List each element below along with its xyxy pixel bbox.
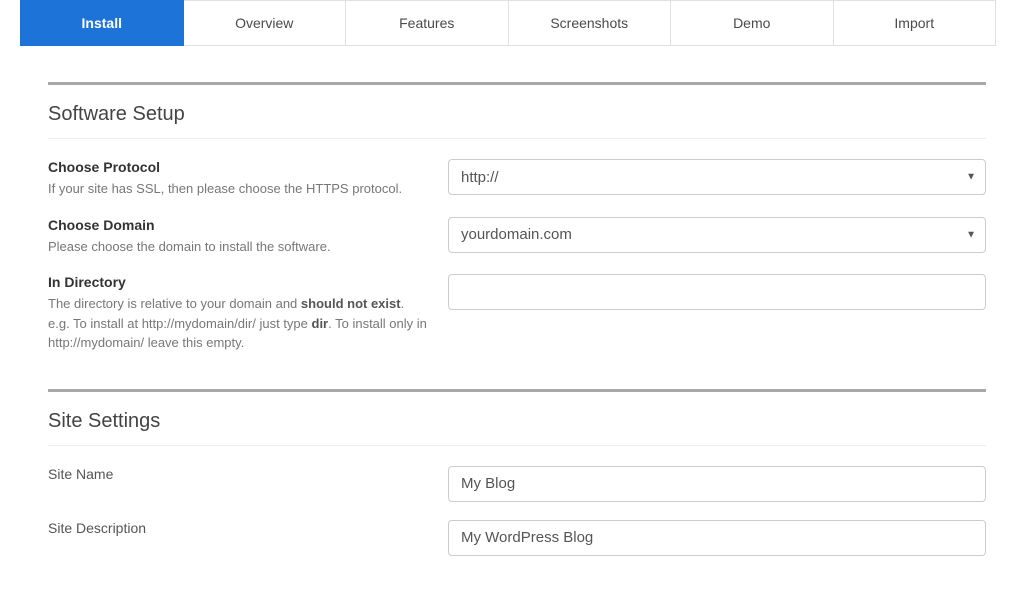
row-domain: Choose Domain Please choose the domain t… [48, 217, 986, 257]
tab-overview[interactable]: Overview [184, 0, 347, 46]
tab-screenshots[interactable]: Screenshots [509, 0, 672, 46]
section-title-site-settings: Site Settings [48, 392, 986, 445]
hint-domain: Please choose the domain to install the … [48, 237, 428, 257]
select-protocol[interactable]: http:// [448, 159, 986, 195]
row-protocol: Choose Protocol If your site has SSL, th… [48, 159, 986, 199]
input-directory[interactable] [448, 274, 986, 310]
label-domain: Choose Domain [48, 217, 428, 233]
divider-thin [48, 445, 986, 446]
tab-import[interactable]: Import [834, 0, 997, 46]
label-directory: In Directory [48, 274, 428, 290]
row-site-description: Site Description [48, 520, 986, 556]
tab-features[interactable]: Features [346, 0, 509, 46]
tab-bar: Install Overview Features Screenshots De… [20, 0, 996, 46]
input-site-description[interactable] [448, 520, 986, 556]
label-protocol: Choose Protocol [48, 159, 428, 175]
select-domain[interactable]: yourdomain.com [448, 217, 986, 253]
input-site-name[interactable] [448, 466, 986, 502]
row-directory: In Directory The directory is relative t… [48, 274, 986, 353]
row-site-name: Site Name [48, 466, 986, 502]
hint-protocol: If your site has SSL, then please choose… [48, 179, 428, 199]
tab-demo[interactable]: Demo [671, 0, 834, 46]
section-title-software-setup: Software Setup [48, 85, 986, 138]
label-site-name: Site Name [48, 466, 428, 482]
tab-install[interactable]: Install [20, 0, 184, 46]
hint-directory: The directory is relative to your domain… [48, 294, 428, 353]
label-site-description: Site Description [48, 520, 428, 536]
divider-thin [48, 138, 986, 139]
